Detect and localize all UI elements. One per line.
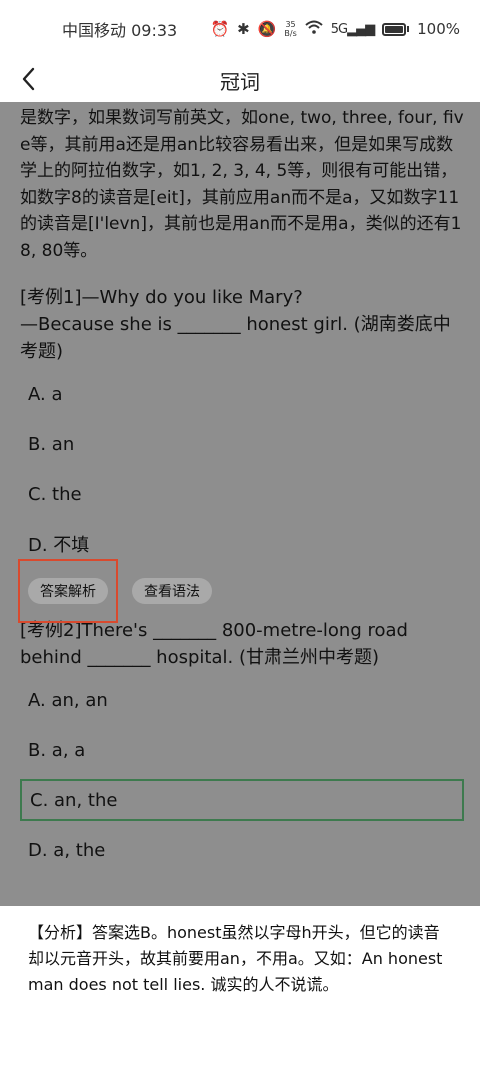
- back-button[interactable]: [14, 64, 44, 94]
- q1-option-a[interactable]: A. a: [20, 373, 464, 415]
- net-speed-value: 35: [285, 20, 296, 29]
- net-speed-unit: B/s: [284, 29, 297, 38]
- view-grammar-button[interactable]: 查看语法: [132, 578, 212, 604]
- mute-icon: 🔕: [257, 20, 277, 38]
- battery-icon: [382, 22, 410, 36]
- answer-buttons: 答案解析 查看语法: [18, 559, 464, 623]
- content-area[interactable]: 是数字，如果数词写前英文，如one, two, three, four, fiv…: [0, 102, 480, 906]
- wifi-icon: [305, 20, 323, 38]
- q2-option-a[interactable]: A. an, an: [20, 679, 464, 721]
- analysis-panel: 【分析】答案选B。honest虽然以字母h开头，但它的读音却以元音开头，故其前要…: [0, 906, 480, 1066]
- question-1: [考例1]—Why do you like Mary? —Because she…: [20, 284, 464, 365]
- bluetooth-icon: ✱: [237, 20, 250, 38]
- page-title: 冠词: [220, 69, 260, 94]
- question-1-line2: —Because she is _______ honest girl. (湖南…: [20, 314, 451, 362]
- carrier-time: 中国移动 09:33: [62, 21, 178, 40]
- signal-icon: 5G▂▄▆: [330, 21, 375, 37]
- analysis-text: 【分析】答案选B。honest虽然以字母h开头，但它的读音却以元音开头，故其前要…: [28, 923, 443, 994]
- explanation-paragraph: 是数字，如果数词写前英文，如one, two, three, four, fiv…: [20, 108, 464, 261]
- q2-option-c[interactable]: C. an, the: [20, 779, 464, 821]
- highlight-box: 答案解析: [18, 559, 118, 623]
- app-bar: 冠词: [0, 58, 480, 102]
- question-2: [考例2]There's _______ 800-metre-long road…: [20, 620, 408, 668]
- content-inner: 是数字，如果数词写前英文，如one, two, three, four, fiv…: [0, 102, 480, 871]
- answer-analysis-button[interactable]: 答案解析: [28, 578, 108, 604]
- signal-label: 5G: [330, 21, 348, 37]
- net-speed: 35 B/s: [284, 20, 296, 38]
- status-bar: 中国移动 09:33 ⏰ ✱ 🔕 35 B/s 5G▂▄▆ 100%: [0, 0, 480, 58]
- battery-percent: 100%: [417, 20, 460, 38]
- chevron-left-icon: [22, 67, 35, 91]
- question-1-line1: [考例1]—Why do you like Mary?: [20, 287, 303, 308]
- q1-option-c[interactable]: C. the: [20, 473, 464, 515]
- q2-option-d[interactable]: D. a, the: [20, 829, 464, 871]
- alarm-icon: ⏰: [210, 20, 230, 38]
- q2-option-b[interactable]: B. a, a: [20, 729, 464, 771]
- q1-option-b[interactable]: B. an: [20, 423, 464, 465]
- status-icons: ⏰ ✱ 🔕 35 B/s 5G▂▄▆ 100%: [210, 20, 460, 38]
